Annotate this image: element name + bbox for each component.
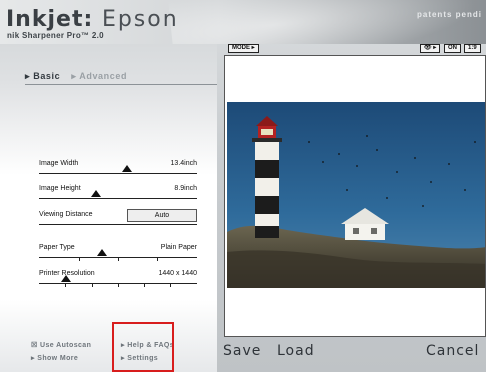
image-height-thumb[interactable] xyxy=(91,190,101,197)
bottom-left-links: ☒ Use Autoscan ▸ Show More xyxy=(31,339,91,365)
viewing-distance-label: Viewing Distance xyxy=(39,211,93,218)
paper-type-control: Paper Type Plain Paper xyxy=(39,244,197,272)
image-height-value: 8.9inch xyxy=(174,185,197,192)
on-toggle[interactable]: ON xyxy=(444,44,461,53)
tab-advanced[interactable]: ▸ Advanced xyxy=(71,71,127,81)
paper-type-value: Plain Paper xyxy=(160,244,197,251)
use-autoscan-label: Use Autoscan xyxy=(40,342,92,349)
show-more-link[interactable]: ▸ Show More xyxy=(31,352,91,365)
auto-button[interactable]: Auto xyxy=(127,209,197,222)
tab-basic-label: Basic xyxy=(33,71,61,81)
lighthouse-photo xyxy=(227,102,485,288)
title-printer: Epson xyxy=(101,7,179,32)
annotation-highlight-box xyxy=(112,322,174,372)
viewing-distance-slider[interactable] xyxy=(39,224,197,225)
patents-text: patents pendi xyxy=(416,10,482,19)
header-bar: Inkjet: Epson nik Sharpener Pro™ 2.0 pat… xyxy=(0,0,486,44)
save-button[interactable]: Save xyxy=(223,343,261,359)
printer-resolution-tick xyxy=(118,283,119,287)
app-window: Inkjet: Epson nik Sharpener Pro™ 2.0 pat… xyxy=(0,0,486,372)
eye-toggle[interactable]: 👁 ▸ xyxy=(420,44,441,53)
tab-underline xyxy=(25,84,217,85)
paper-type-tick xyxy=(118,257,119,261)
tab-basic[interactable]: ▸ Basic xyxy=(25,71,60,81)
image-height-label: Image Height xyxy=(39,185,81,192)
paper-type-thumb[interactable] xyxy=(97,249,107,256)
load-button[interactable]: Load xyxy=(277,343,315,359)
printer-resolution-tick xyxy=(65,283,66,287)
paper-type-tick xyxy=(157,257,158,261)
preview-toolbar: MODE ▸ 👁 ▸ ON 1:9 xyxy=(224,44,486,54)
image-width-thumb[interactable] xyxy=(122,165,132,172)
cancel-button[interactable]: Cancel xyxy=(426,343,479,359)
preview-pane xyxy=(224,55,486,337)
printer-resolution-value: 1440 x 1440 xyxy=(158,270,197,277)
printer-resolution-tick xyxy=(144,283,145,287)
product-subtitle: nik Sharpener Pro™ 2.0 xyxy=(7,31,104,40)
image-width-label: Image Width xyxy=(39,160,79,167)
header-sweep xyxy=(166,0,486,44)
mode-label: MODE xyxy=(232,45,250,51)
image-width-value: 13.4inch xyxy=(170,160,197,167)
eye-icon: 👁 xyxy=(424,45,432,51)
show-more-label: Show More xyxy=(37,355,79,362)
printer-resolution-control: Printer Resolution 1440 x 1440 xyxy=(39,270,197,298)
action-bar: Save Load Cancel xyxy=(221,339,486,372)
tab-advanced-label: Advanced xyxy=(79,71,128,81)
plugin-title: Inkjet: Epson xyxy=(6,7,179,32)
printer-resolution-tick xyxy=(170,283,171,287)
tab-bar: ▸ Basic ▸ Advanced xyxy=(25,71,127,82)
title-inkjet: Inkjet: xyxy=(6,7,94,32)
printer-resolution-thumb[interactable] xyxy=(61,275,71,282)
use-autoscan-checkbox[interactable]: ☒ Use Autoscan xyxy=(31,339,91,352)
printer-resolution-tick xyxy=(92,283,93,287)
mode-button[interactable]: MODE ▸ xyxy=(228,44,259,53)
paper-type-label: Paper Type xyxy=(39,244,75,251)
paper-type-tick xyxy=(79,257,80,261)
viewing-distance-control: Viewing Distance Auto xyxy=(39,209,197,239)
image-height-slider[interactable] xyxy=(39,198,197,199)
image-width-slider[interactable] xyxy=(39,173,197,174)
image-width-control: Image Width 13.4inch xyxy=(39,160,197,188)
zoom-level[interactable]: 1:9 xyxy=(464,44,481,53)
